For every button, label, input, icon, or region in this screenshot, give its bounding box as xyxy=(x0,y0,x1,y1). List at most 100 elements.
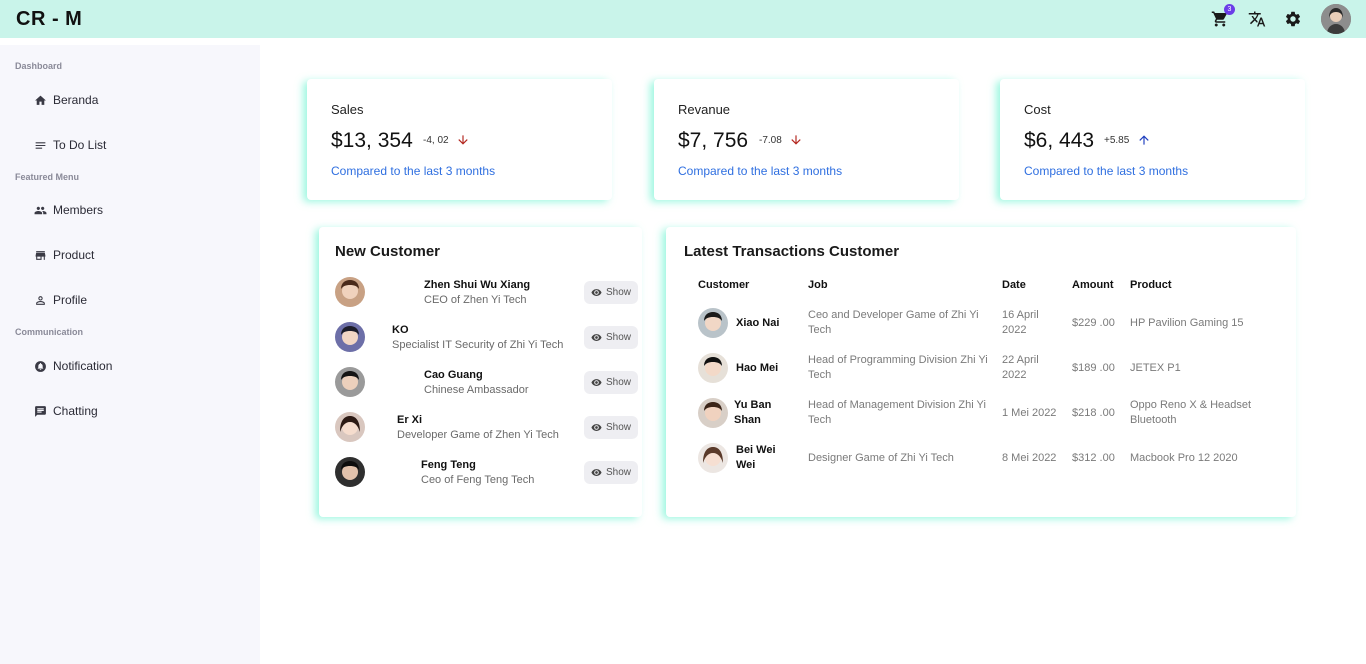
column-header-customer: Customer xyxy=(698,279,750,291)
sidebar-item-label: Product xyxy=(53,248,95,262)
section-label-dashboard: Dashboard xyxy=(15,61,63,71)
table-cell-customer: Bei Wei Wei xyxy=(736,444,776,471)
sidebar-item-label: Beranda xyxy=(53,93,99,107)
stat-value: $13, 354 xyxy=(331,129,413,152)
sidebar-item-label: Notification xyxy=(53,359,113,373)
sidebar-item-beranda[interactable]: Beranda xyxy=(34,93,98,107)
customer-role: Ceo of Feng Teng Tech xyxy=(421,474,535,486)
eye-icon xyxy=(591,334,602,341)
compare-link[interactable]: Compared to the last 3 months xyxy=(678,164,842,178)
translate-icon xyxy=(1248,11,1266,27)
show-button[interactable]: Show xyxy=(584,326,638,349)
translate-button[interactable] xyxy=(1246,8,1268,30)
show-button[interactable]: Show xyxy=(584,371,638,394)
store-icon xyxy=(35,250,46,260)
eye-icon xyxy=(591,469,602,476)
chat-icon xyxy=(35,405,46,417)
sidebar-item-profile[interactable]: Profile xyxy=(34,293,87,307)
table-cell-customer: Xiao Nai xyxy=(736,317,780,329)
stat-title: Revanue xyxy=(678,102,731,117)
sidebar-item-product[interactable]: Product xyxy=(34,248,94,262)
stat-value: $6, 443 xyxy=(1024,129,1095,152)
customer-role: Developer Game of Zhen Yi Tech xyxy=(397,429,559,441)
eye-icon xyxy=(591,424,602,431)
cart-count-badge: 3 xyxy=(1224,4,1235,15)
bell-icon xyxy=(35,360,46,372)
stat-title: Sales xyxy=(331,102,364,117)
home-icon xyxy=(35,95,46,105)
customer-name: KO xyxy=(392,324,409,336)
compare-link[interactable]: Compared to the last 3 months xyxy=(331,164,495,178)
section-label-featured-menu: Featured Menu xyxy=(15,172,80,182)
sidebar-item-label: To Do List xyxy=(53,138,107,152)
user-avatar[interactable] xyxy=(1321,4,1351,34)
sidebar-item-label: Profile xyxy=(53,293,88,307)
table-cell-customer: Yu Ban Shan xyxy=(734,399,772,426)
app-title[interactable]: CR - M xyxy=(16,8,82,31)
customer-role: Chinese Ambassador xyxy=(424,384,529,396)
stat-delta: +5.85 xyxy=(1104,135,1130,146)
list-icon xyxy=(35,141,46,149)
transactions-title: Latest Transactions Customer xyxy=(684,243,900,260)
eye-icon xyxy=(591,379,602,386)
table-cell-job: Designer Game of Zhi Yi Tech xyxy=(808,452,954,464)
arrow-up-icon xyxy=(1139,135,1149,145)
sidebar-item-todo-list[interactable]: To Do List xyxy=(34,138,106,152)
customer-role: Specialist IT Security of Zhi Yi Tech xyxy=(392,339,564,351)
arrow-down-icon xyxy=(791,135,801,145)
sidebar-item-label: Members xyxy=(53,203,104,217)
sidebar-item-notification[interactable]: Notification xyxy=(34,359,112,373)
stat-card-revanue: Revanue $7, 756 -7.08 Compared to the la… xyxy=(654,79,959,200)
table-cell-amount: $189 .00 xyxy=(1072,362,1115,374)
customer-name: Cao Guang xyxy=(424,369,483,381)
stat-delta: -7.08 xyxy=(759,135,782,146)
stat-delta: -4, 02 xyxy=(423,135,449,146)
people-icon xyxy=(34,206,47,214)
avatar xyxy=(335,322,365,352)
column-header-date: Date xyxy=(1002,279,1026,291)
stat-title: Cost xyxy=(1024,102,1051,117)
sidebar: Dashboard Beranda To Do List Featured Me… xyxy=(0,45,260,664)
show-label: Show xyxy=(605,332,631,343)
avatar xyxy=(335,457,365,487)
table-cell-amount: $218 .00 xyxy=(1072,407,1115,419)
column-header-product: Product xyxy=(1130,279,1172,291)
table-cell-product: HP Pavilion Gaming 15 xyxy=(1130,317,1244,329)
avatar xyxy=(335,412,365,442)
table-cell-date: 16 April 2022 xyxy=(1002,309,1039,336)
stat-card-sales: Sales $13, 354 -4, 02 Compared to the la… xyxy=(307,79,612,200)
column-header-job: Job xyxy=(808,279,828,291)
table-cell-amount: $312 .00 xyxy=(1072,452,1115,464)
avatar xyxy=(698,443,728,473)
sidebar-item-chatting[interactable]: Chatting xyxy=(34,404,98,418)
show-button[interactable]: Show xyxy=(584,461,638,484)
show-button[interactable]: Show xyxy=(584,281,638,304)
stat-card-cost: Cost $6, 443 +5.85 Compared to the last … xyxy=(1000,79,1305,200)
table-cell-date: 22 April 2022 xyxy=(1002,354,1039,381)
show-label: Show xyxy=(605,422,631,433)
sidebar-item-label: Chatting xyxy=(53,404,98,418)
table-cell-job: Head of Programming Division Zhi Yi Tech xyxy=(808,354,988,381)
eye-icon xyxy=(591,289,602,296)
compare-link[interactable]: Compared to the last 3 months xyxy=(1024,164,1188,178)
customer-name: Zhen Shui Wu Xiang xyxy=(424,279,531,291)
show-label: Show xyxy=(605,467,631,478)
table-cell-product: JETEX P1 xyxy=(1130,362,1181,374)
new-customer-title: New Customer xyxy=(335,243,441,260)
show-button[interactable]: Show xyxy=(584,416,638,439)
table-cell-amount: $229 .00 xyxy=(1072,317,1115,329)
customer-name: Feng Teng xyxy=(421,459,476,471)
avatar xyxy=(335,277,365,307)
top-bar: CR - M 3 xyxy=(0,0,1366,38)
avatar xyxy=(698,398,728,428)
cart-button[interactable]: 3 xyxy=(1209,4,1235,30)
user-avatar-image xyxy=(1321,4,1351,34)
stat-value: $7, 756 xyxy=(678,129,749,152)
sidebar-item-members[interactable]: Members xyxy=(34,203,103,217)
table-cell-job: Head of Management Division Zhi Yi Tech xyxy=(808,399,986,426)
customer-role: CEO of Zhen Yi Tech xyxy=(424,294,527,306)
person-icon xyxy=(36,295,45,305)
show-label: Show xyxy=(605,287,631,298)
settings-button[interactable] xyxy=(1282,8,1304,30)
table-cell-date: 1 Mei 2022 xyxy=(1002,407,1057,419)
